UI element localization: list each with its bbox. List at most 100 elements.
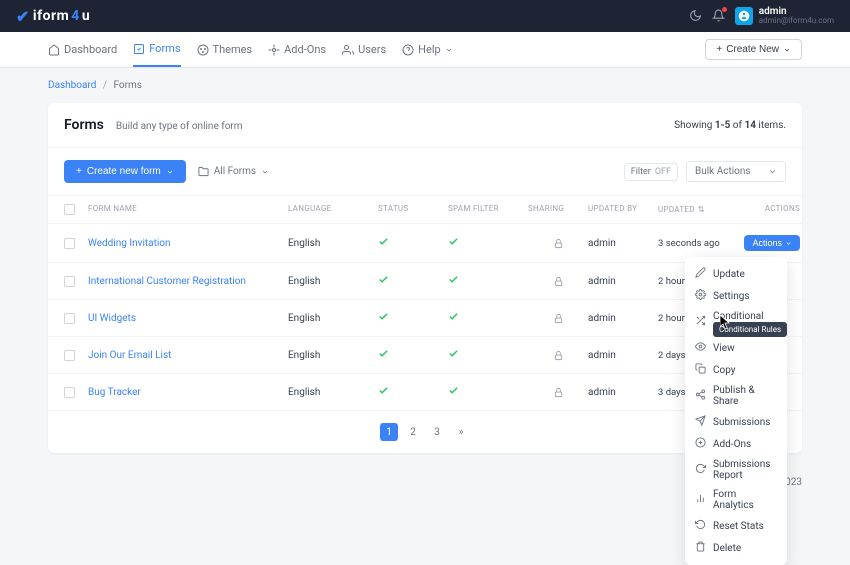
dropdown-item-add-ons[interactable]: Add-Ons (685, 433, 787, 455)
dropdown-item-submissions-report[interactable]: Submissions Report (685, 455, 787, 485)
dropdown-label: Reset Stats (713, 521, 764, 532)
nav-users[interactable]: Users (342, 32, 386, 67)
spam-check-icon (448, 385, 528, 399)
folder-filter[interactable]: All Forms (198, 166, 269, 177)
dropdown-icon (695, 289, 706, 303)
dropdown-label: View (713, 343, 735, 354)
row-language: English (288, 387, 378, 398)
select-all-checkbox[interactable] (64, 204, 75, 215)
row-updated-by: admin (588, 387, 658, 398)
nav-themes[interactable]: Themes (197, 32, 253, 67)
dropdown-item-reset-stats[interactable]: Reset Stats (685, 515, 787, 537)
dropdown-icon (695, 437, 706, 451)
nav-forms[interactable]: Forms (133, 32, 180, 67)
dropdown-label: Settings (713, 291, 750, 302)
col-updated-at[interactable]: UPDATED⇅ (658, 204, 740, 215)
breadcrumb: Dashboard / Forms (0, 68, 850, 103)
plus-icon: + (76, 166, 82, 177)
chevron-down-icon (768, 167, 777, 176)
page-1[interactable]: 1 (380, 423, 398, 441)
row-language: English (288, 350, 378, 361)
row-actions-button[interactable]: Actions (744, 235, 800, 251)
chevron-down-icon (783, 46, 791, 54)
row-language: English (288, 276, 378, 287)
col-spam[interactable]: SPAM FILTER (448, 204, 528, 215)
nav-label: Themes (213, 43, 253, 56)
row-language: English (288, 313, 378, 324)
sharing-lock-icon (528, 313, 588, 324)
cursor-icon (720, 315, 732, 331)
notification-bell-icon[interactable] (712, 9, 725, 22)
dropdown-label: Copy (713, 365, 736, 376)
dropdown-icon (695, 341, 706, 355)
status-check-icon (378, 385, 448, 399)
dropdown-item-form-analytics[interactable]: Form Analytics (685, 485, 787, 515)
row-checkbox[interactable] (64, 313, 75, 324)
dropdown-icon (695, 363, 706, 377)
nav-label: Dashboard (64, 43, 117, 56)
spam-check-icon (448, 274, 528, 288)
breadcrumb-root[interactable]: Dashboard (48, 80, 96, 91)
form-name-link[interactable]: Wedding Invitation (88, 238, 288, 249)
row-checkbox[interactable] (64, 350, 75, 361)
row-updated-by: admin (588, 313, 658, 324)
dropdown-label: Delete (713, 543, 741, 554)
avatar (735, 7, 753, 25)
plus-icon: + (716, 44, 722, 55)
row-updated-by: admin (588, 350, 658, 361)
col-sharing[interactable]: SHARING (528, 204, 588, 215)
form-name-link[interactable]: Join Our Email List (88, 350, 288, 361)
create-form-button[interactable]: + Create new form (64, 160, 186, 183)
page-3[interactable]: 3 (428, 423, 446, 441)
dropdown-label: Update (713, 269, 745, 280)
topbar: ✔ iform4u admin admin@iform4u.com (0, 0, 850, 32)
row-language: English (288, 238, 378, 249)
status-check-icon (378, 236, 448, 250)
dark-mode-icon[interactable] (689, 9, 702, 22)
row-updated-by: admin (588, 238, 658, 249)
nav-left: Dashboard Forms Themes Add-Ons Users Hel… (48, 32, 453, 67)
nav-dashboard[interactable]: Dashboard (48, 32, 117, 67)
form-name-link[interactable]: UI Widgets (88, 313, 288, 324)
create-new-label: Create New (726, 44, 779, 55)
chevron-down-icon (445, 46, 453, 54)
row-checkbox[interactable] (64, 238, 75, 249)
row-checkbox[interactable] (64, 387, 75, 398)
dropdown-icon (695, 267, 706, 281)
dropdown-item-settings[interactable]: Settings (685, 285, 787, 307)
dropdown-item-delete[interactable]: Delete (685, 537, 787, 559)
create-new-button[interactable]: + Create New (705, 39, 802, 60)
sort-icon: ⇅ (698, 205, 705, 214)
row-checkbox[interactable] (64, 276, 75, 287)
dropdown-item-submissions[interactable]: Submissions (685, 411, 787, 433)
form-name-link[interactable]: International Customer Registration (88, 276, 288, 287)
actions-dropdown: UpdateSettingsConditional RulesViewCopyP… (685, 257, 787, 565)
logo-check-icon: ✔ (16, 7, 30, 26)
dropdown-item-publish-share[interactable]: Publish & Share (685, 381, 787, 411)
col-updated-by[interactable]: UPDATED BY (588, 204, 658, 215)
page-»[interactable]: » (452, 423, 470, 441)
navbar: Dashboard Forms Themes Add-Ons Users Hel… (0, 32, 850, 68)
filter-toggle[interactable]: Filter OFF (624, 163, 678, 181)
logo[interactable]: ✔ iform4u (16, 7, 90, 26)
row-updated-by: admin (588, 276, 658, 287)
dropdown-item-copy[interactable]: Copy (685, 359, 787, 381)
dropdown-item-view[interactable]: View (685, 337, 787, 359)
dropdown-label: Submissions (713, 417, 770, 428)
status-check-icon (378, 348, 448, 362)
col-language[interactable]: LANGUAGE (288, 204, 378, 215)
user-menu[interactable]: admin admin@iform4u.com (735, 6, 834, 26)
dropdown-icon (695, 541, 706, 555)
col-status[interactable]: STATUS (378, 204, 448, 215)
nav-addons[interactable]: Add-Ons (268, 32, 326, 67)
col-name[interactable]: FORM NAME (88, 204, 288, 215)
page-2[interactable]: 2 (404, 423, 422, 441)
bulk-actions-select[interactable]: Bulk Actions (686, 161, 786, 182)
sharing-lock-icon (528, 387, 588, 398)
dropdown-icon (695, 493, 706, 507)
table-head: FORM NAME LANGUAGE STATUS SPAM FILTER SH… (48, 196, 802, 224)
dropdown-item-update[interactable]: Update (685, 263, 787, 285)
form-name-link[interactable]: Bug Tracker (88, 387, 288, 398)
nav-help[interactable]: Help (402, 32, 453, 67)
nav-label: Add-Ons (284, 43, 326, 56)
